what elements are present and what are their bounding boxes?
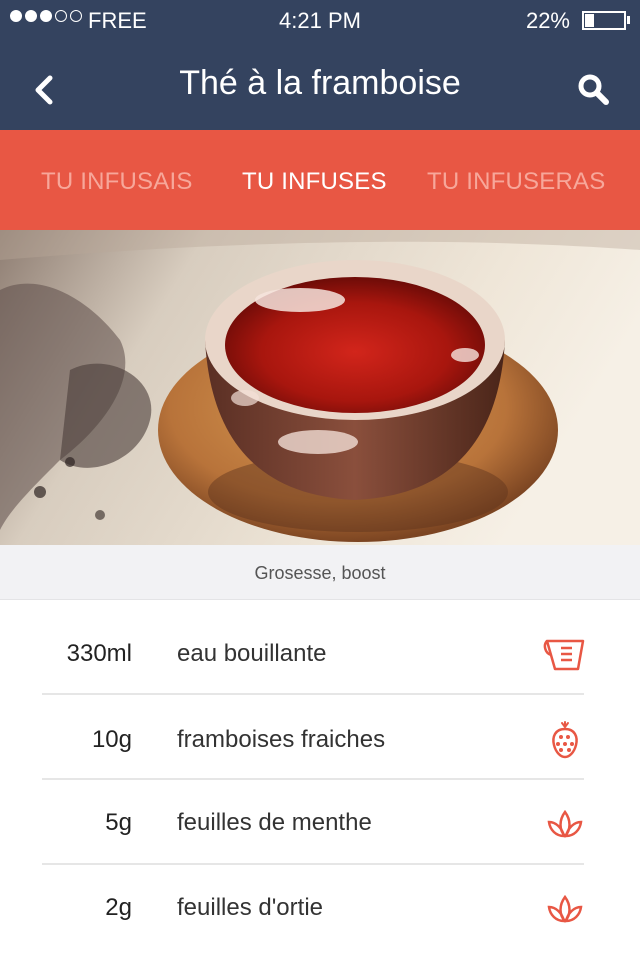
app-header: FREE 4:21 PM 22% Thé à la framboise — [0, 0, 640, 130]
tea-photo — [0, 230, 640, 545]
tab-tu-infusais[interactable]: TU INFUSAIS — [41, 168, 193, 196]
ingredient-quantity: 10g — [91, 726, 132, 753]
tab-bar: TU INFUSAIS TU INFUSES TU INFUSERAS — [0, 130, 640, 230]
row-divider — [42, 863, 584, 865]
tab-tu-infuseras[interactable]: TU INFUSERAS — [427, 168, 605, 196]
ingredient-name: feuilles de menthe — [177, 809, 372, 836]
ingredient-row[interactable]: 2g feuilles d'ortie — [0, 867, 640, 952]
measuring-cup-icon — [543, 639, 585, 671]
ingredient-name: eau bouillante — [177, 640, 327, 667]
ingredient-name: framboises fraiches — [177, 726, 386, 753]
raspberry-icon — [552, 721, 578, 759]
ingredient-quantity: 2g — [105, 894, 132, 921]
status-bar: FREE 4:21 PM 22% — [0, 0, 640, 40]
ingredient-quantity: 330ml — [66, 640, 132, 667]
ingredient-row[interactable]: 5g feuilles de menthe — [0, 782, 640, 867]
ingredient-name: feuilles d'ortie — [177, 894, 323, 921]
photo-caption: Grosesse, boost — [0, 545, 640, 600]
ingredient-row[interactable]: 330ml eau bouillante — [0, 613, 640, 698]
leaf-icon — [547, 894, 583, 923]
row-divider — [42, 778, 584, 780]
ingredient-quantity: 5g — [105, 809, 132, 836]
ingredient-row[interactable]: 10g framboises fraiches — [0, 699, 640, 784]
page-title: Thé à la framboise — [179, 64, 461, 102]
leaf-icon — [547, 809, 583, 838]
search-icon — [578, 74, 609, 105]
tab-tu-infuses[interactable]: TU INFUSES — [242, 168, 387, 196]
battery-percentage: 22% — [525, 8, 570, 33]
battery-icon — [582, 11, 626, 30]
search-button[interactable] — [574, 70, 614, 110]
row-divider — [42, 693, 584, 695]
